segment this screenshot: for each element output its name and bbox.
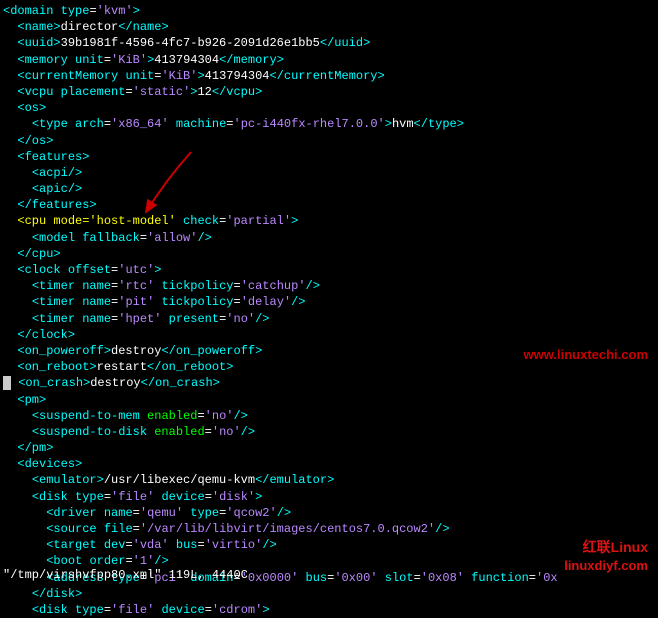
- xml-line: <driver name='qemu' type='qcow2'/>: [3, 505, 655, 521]
- xml-line: <timer name='pit' tickpolicy='delay'/>: [3, 294, 655, 310]
- watermark-honglian: 红联Linux: [583, 538, 648, 557]
- xml-line: <model fallback='allow'/>: [3, 230, 655, 246]
- xml-line: <name>director</name>: [3, 19, 655, 35]
- xml-line-cursor: <on_crash>destroy</on_crash>: [3, 375, 655, 391]
- xml-line: <uuid>39b1981f-4596-4fc7-b926-2091d26e1b…: [3, 35, 655, 51]
- xml-line: </os>: [3, 133, 655, 149]
- xml-line: <memory unit='KiB'>413794304</memory>: [3, 52, 655, 68]
- xml-line: <vcpu placement='static'>12</vcpu>: [3, 84, 655, 100]
- xml-line: <timer name='rtc' tickpolicy='catchup'/>: [3, 278, 655, 294]
- xml-line: </pm>: [3, 440, 655, 456]
- xml-line: <features>: [3, 149, 655, 165]
- xml-line: <source file='/var/lib/libvirt/images/ce…: [3, 521, 655, 537]
- xml-line: <acpi/>: [3, 165, 655, 181]
- watermark-linuxtechi: www.linuxtechi.com: [524, 346, 648, 364]
- terminal-editor[interactable]: <domain type='kvm'> <name>director</name…: [3, 3, 655, 618]
- xml-line: <os>: [3, 100, 655, 116]
- xml-line: </cpu>: [3, 246, 655, 262]
- xml-line: <target dev='vda' bus='virtio'/>: [3, 537, 655, 553]
- xml-line-highlighted: <cpu mode='host-model' check='partial'>: [3, 213, 655, 229]
- xml-line: </clock>: [3, 327, 655, 343]
- xml-line: <pm>: [3, 392, 655, 408]
- xml-line: <domain type='kvm'>: [3, 3, 655, 19]
- watermark-linuxdiyf: linuxdiyf.com: [564, 557, 648, 575]
- xml-line: <clock offset='utc'>: [3, 262, 655, 278]
- xml-line: <disk type='file' device='disk'>: [3, 489, 655, 505]
- xml-line: <suspend-to-mem enabled='no'/>: [3, 408, 655, 424]
- vim-status-line: "/tmp/virshvfpp80.xml" 119L, 4440C: [3, 567, 248, 583]
- xml-line: <disk type='file' device='cdrom'>: [3, 602, 655, 618]
- xml-line: <suspend-to-disk enabled='no'/>: [3, 424, 655, 440]
- xml-line: <apic/>: [3, 181, 655, 197]
- xml-line: </disk>: [3, 586, 655, 602]
- xml-line: <currentMemory unit='KiB'>413794304</cur…: [3, 68, 655, 84]
- xml-line: <type arch='x86_64' machine='pc-i440fx-r…: [3, 116, 655, 132]
- xml-line: <emulator>/usr/libexec/qemu-kvm</emulato…: [3, 472, 655, 488]
- xml-line: <timer name='hpet' present='no'/>: [3, 311, 655, 327]
- xml-line: <devices>: [3, 456, 655, 472]
- xml-line: </features>: [3, 197, 655, 213]
- cursor-icon: [3, 376, 11, 390]
